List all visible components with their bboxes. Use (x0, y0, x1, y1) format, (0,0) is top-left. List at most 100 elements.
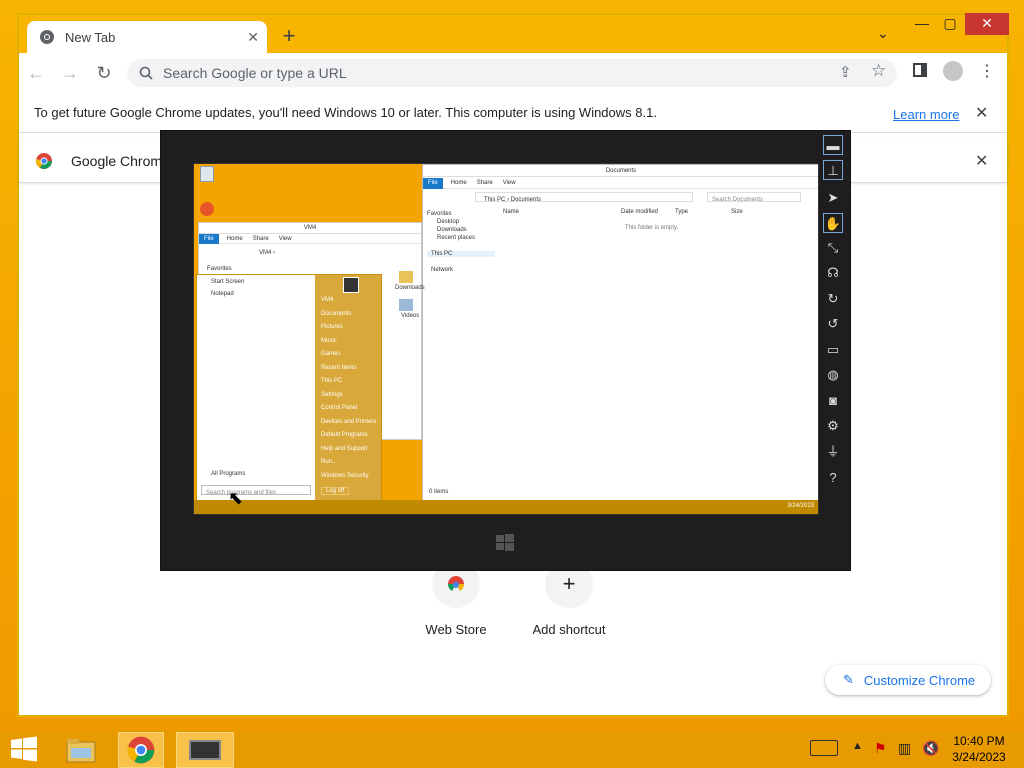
nav-item[interactable]: Downloads (437, 227, 495, 233)
remote-taskbar: 3/24/2023 (194, 500, 818, 514)
tray-expand-icon[interactable]: ▲ (852, 740, 863, 752)
ribbon-tab-view[interactable]: View (503, 180, 516, 186)
start-right-item[interactable]: Documents (321, 311, 381, 325)
reload-icon[interactable]: ↻ (87, 63, 121, 84)
side-panel-icon[interactable] (913, 63, 927, 77)
firefox-icon[interactable] (200, 202, 214, 216)
nav-item[interactable]: Recent places (437, 235, 495, 241)
maximize-button[interactable]: ▢ (935, 13, 965, 37)
start-right-item[interactable]: Windows Security (321, 473, 381, 487)
folder-icon[interactable] (399, 271, 413, 283)
windows-button-icon[interactable] (495, 533, 515, 553)
volume-muted-icon[interactable]: 🔇 (922, 740, 939, 757)
bookmark-star-icon[interactable]: ☆ (871, 61, 886, 81)
col-type[interactable]: Type (675, 209, 688, 215)
start-right-item[interactable]: Default Programs (321, 432, 381, 446)
search-documents-field[interactable]: Search Documents (707, 192, 801, 203)
infobar-close-icon[interactable]: ✕ (975, 103, 988, 123)
vm4-path: VM4 › (259, 250, 276, 256)
help-icon[interactable]: ? (823, 468, 843, 488)
profile-avatar-icon[interactable] (943, 61, 963, 81)
monitor-icon[interactable]: ▭ (823, 340, 843, 360)
remote-screen[interactable]: Documents File Home Share View This PC ›… (193, 163, 819, 515)
tab-search-chevron-icon[interactable]: ⌄ (877, 25, 889, 42)
status-item-count: 0 items (429, 489, 449, 495)
share-icon[interactable]: ⇪ (839, 63, 852, 81)
ribbon-tab-share[interactable]: Share (477, 180, 493, 186)
back-icon[interactable]: ← (19, 63, 53, 84)
nav-item[interactable]: Favorites (207, 266, 421, 272)
start-right-item[interactable]: Run... (321, 459, 381, 473)
ribbon-tab-file[interactable]: File (423, 177, 443, 189)
start-right-item[interactable]: Help and Support (321, 446, 381, 460)
taskbar-remote-viewer[interactable] (176, 732, 234, 768)
start-right-item[interactable]: This PC (321, 378, 381, 392)
start-right-item[interactable]: Devices and Printers (321, 419, 381, 433)
start-right-item[interactable]: Pictures (321, 324, 381, 338)
camera-icon[interactable]: ◙ (823, 391, 843, 411)
network-icon[interactable]: ▥ (898, 740, 911, 757)
menu-kebab-icon[interactable]: ⋮ (979, 61, 995, 81)
shortcut-web-store[interactable]: Web Store (401, 560, 511, 637)
shortcut-label: Web Store (425, 622, 487, 637)
start-item[interactable]: Notepad (211, 291, 315, 297)
documents-window: Documents File Home Share View This PC ›… (422, 164, 818, 504)
learn-more-link[interactable]: Learn more (893, 107, 959, 122)
settings-gear-icon[interactable]: ⚙ (823, 416, 843, 436)
nav-item[interactable]: Favorites (427, 211, 495, 217)
all-programs[interactable]: All Programs (211, 471, 245, 477)
mouse-cursor-icon: ⬉ (228, 488, 244, 508)
shortcut-add[interactable]: + Add shortcut (514, 560, 624, 637)
taskbar-clock[interactable]: 10:40 PM 3/24/2023 (944, 733, 1014, 765)
remote-desktop-window: Documents File Home Share View This PC ›… (160, 130, 851, 571)
start-right-item[interactable]: Control Panel (321, 405, 381, 419)
taskbar-chrome[interactable] (118, 732, 164, 768)
start-search-field[interactable]: Search programs and files (201, 485, 311, 496)
address-bar[interactable]: This PC › Documents (475, 192, 693, 203)
start-right-item[interactable]: Music (321, 338, 381, 352)
windows-start-icon[interactable] (10, 736, 38, 762)
action-center-icon[interactable]: ⚑ (874, 740, 887, 757)
start-right-item[interactable]: VM4 (321, 297, 381, 311)
forward-icon[interactable]: → (53, 63, 87, 84)
customize-chrome-button[interactable]: ✎ Customize Chrome (825, 665, 991, 695)
tab-new-tab[interactable]: New Tab ✕ (27, 21, 267, 53)
gesture-icon[interactable]: ☊ (823, 263, 843, 283)
close-window-button[interactable]: ✕ (965, 13, 1009, 35)
minimize-button[interactable]: — (907, 13, 937, 37)
start-right-item[interactable]: Recent Items (321, 365, 381, 379)
start-right-item[interactable]: Settings (321, 392, 381, 406)
ribbon-tab-home[interactable]: Home (451, 180, 467, 186)
rotate-ccw-icon[interactable]: ↺ (823, 314, 843, 334)
minimize-remote-icon[interactable]: ▬ (823, 135, 843, 155)
tab-close-icon[interactable]: ✕ (247, 29, 259, 46)
nav-item[interactable]: Network (427, 267, 495, 273)
recycle-bin-icon[interactable] (200, 166, 214, 182)
hand-icon[interactable]: ✋ (823, 213, 843, 233)
ribbon-tab-share[interactable]: Share (253, 236, 269, 242)
new-tab-button[interactable]: + (277, 25, 301, 49)
omnibox[interactable]: Search Google or type a URL (127, 59, 897, 87)
globe-icon[interactable]: ◍ (823, 365, 843, 385)
keyboard-icon[interactable] (810, 740, 838, 756)
ribbon-tab-view[interactable]: View (279, 236, 292, 242)
pin-icon[interactable]: ⊥ (823, 160, 843, 180)
col-name[interactable]: Name (503, 209, 519, 215)
col-size[interactable]: Size (731, 209, 743, 215)
logoff-button[interactable]: Log off (321, 487, 350, 495)
pointer-icon[interactable]: ➤ (823, 188, 843, 208)
ribbon-tab-file[interactable]: File (199, 233, 219, 244)
taskbar-file-explorer[interactable] (58, 732, 104, 768)
col-date[interactable]: Date modified (621, 209, 658, 215)
rotate-cw-icon[interactable]: ↻ (823, 289, 843, 309)
start-right-item[interactable]: Games (321, 351, 381, 365)
nav-item[interactable]: Desktop (437, 219, 495, 225)
user-avatar[interactable] (343, 277, 359, 293)
start-item[interactable]: Start Screen (211, 279, 315, 285)
pinch-icon[interactable]: ⤡ (823, 238, 843, 258)
folder-icon[interactable] (399, 299, 413, 311)
usb-icon[interactable]: ⏚ (823, 442, 843, 462)
ribbon-tab-home[interactable]: Home (227, 236, 243, 242)
nav-item[interactable]: This PC (427, 251, 495, 257)
notification-close-icon[interactable]: ✕ (975, 151, 988, 171)
